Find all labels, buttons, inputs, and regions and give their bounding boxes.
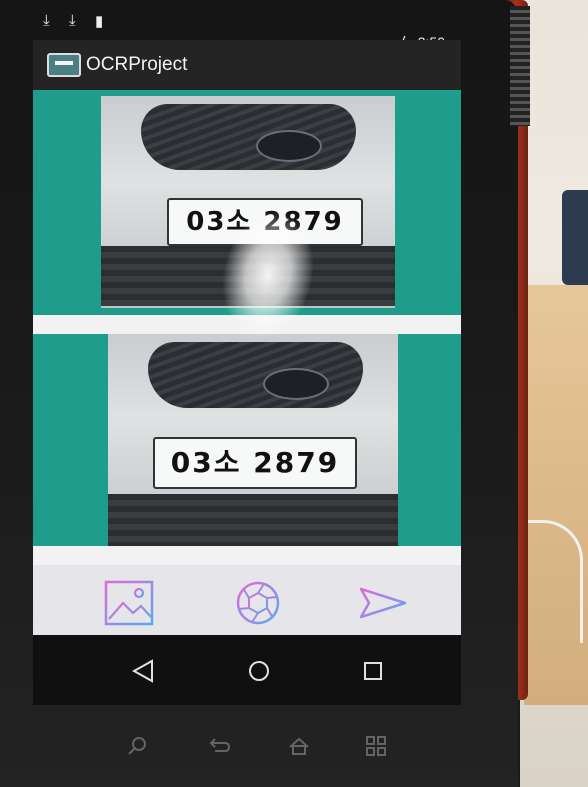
car-bumper xyxy=(108,494,398,546)
hw-home-icon xyxy=(287,735,311,757)
recents-icon xyxy=(364,662,382,680)
back-button[interactable] xyxy=(128,655,160,687)
download-icon: ⤓ xyxy=(43,12,50,29)
car-grille xyxy=(141,104,356,170)
car-emblem xyxy=(256,130,322,162)
gallery-button[interactable] xyxy=(103,579,155,627)
action-bar: OCRProject xyxy=(33,40,461,90)
status-bar: ⤓ ⤓ ▮ ϟ 3:50 xyxy=(33,0,461,50)
camera-shutter-icon xyxy=(236,581,280,625)
navigation-bar xyxy=(33,635,461,705)
hw-search-icon xyxy=(126,735,150,757)
camera-button[interactable] xyxy=(232,579,284,627)
car-grille xyxy=(148,342,363,408)
background-cable xyxy=(520,520,583,643)
device-pin-header xyxy=(510,6,530,126)
device-screen: ⤓ ⤓ ▮ ϟ 3:50 OCRProject 03소 2879 03소 287… xyxy=(33,0,461,705)
processed-car-photo: 03소 2879 xyxy=(108,334,398,546)
send-button[interactable] xyxy=(357,579,409,627)
background-chair xyxy=(562,190,588,285)
ocr-app-icon xyxy=(47,53,81,77)
gallery-icon xyxy=(104,580,154,626)
action-toolbar xyxy=(33,565,461,635)
car-emblem xyxy=(263,368,329,400)
download-icon: ⤓ xyxy=(69,12,76,29)
home-button[interactable] xyxy=(243,655,275,687)
sd-card-icon: ▮ xyxy=(95,13,104,30)
home-icon xyxy=(249,661,269,681)
back-icon xyxy=(131,659,153,683)
app-title: OCRProject xyxy=(86,54,188,75)
hw-back-icon xyxy=(207,735,231,757)
send-icon xyxy=(359,587,407,619)
hw-menu-icon xyxy=(364,735,388,757)
recents-button[interactable] xyxy=(357,655,389,687)
processed-image-panel: 03소 2879 xyxy=(33,334,461,546)
license-plate-processed: 03소 2879 xyxy=(153,437,357,489)
